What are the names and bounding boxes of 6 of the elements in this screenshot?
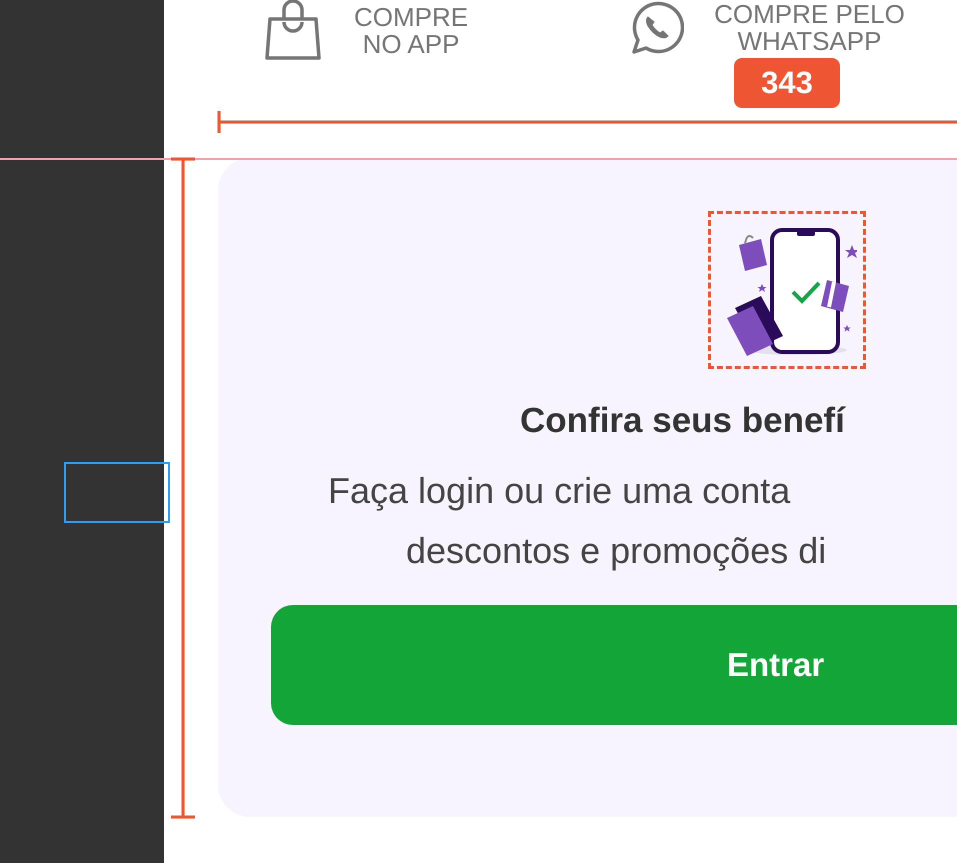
link-label[interactable]: COMPRE PELO WHATSAPP — [714, 1, 905, 55]
login-button[interactable]: Entrar — [271, 605, 957, 725]
measure-tooltip: 343 — [734, 58, 840, 108]
link-label[interactable]: COMPRE NO APP — [354, 4, 468, 58]
card-description: Faça login ou crie uma conta descontos e promoções di — [327, 469, 828, 573]
card-title: Confira seus benefí — [520, 400, 847, 442]
